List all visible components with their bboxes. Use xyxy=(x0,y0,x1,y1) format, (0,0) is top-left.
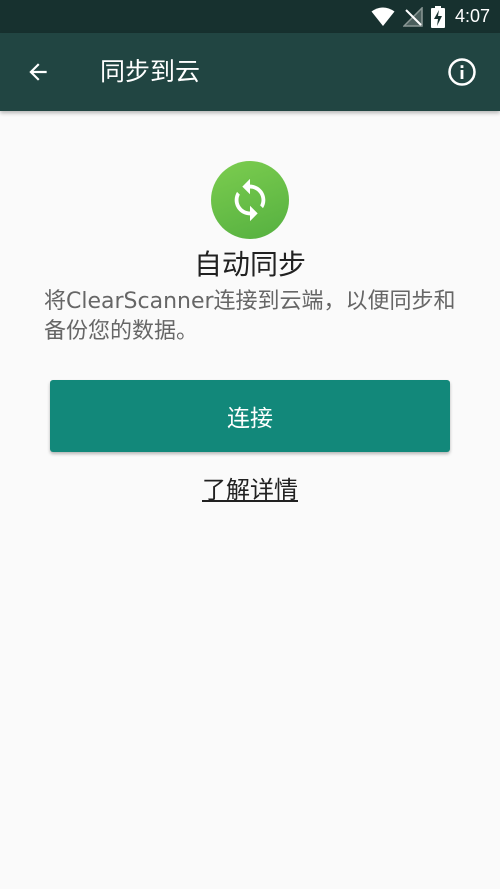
sync-icon xyxy=(227,177,273,223)
learn-more-link[interactable]: 了解详情 xyxy=(0,472,500,508)
description: 将ClearScanner连接到云端，以便同步和备份您的数据。 xyxy=(44,289,456,344)
status-time: 4:07 xyxy=(454,6,490,26)
wifi-icon xyxy=(371,7,395,27)
app-bar: 同步到云 xyxy=(0,33,500,111)
connect-button[interactable]: 连接 xyxy=(50,380,450,452)
battery-charging-icon xyxy=(430,5,445,28)
back-button[interactable] xyxy=(14,48,62,96)
info-button[interactable] xyxy=(438,48,486,96)
status-bar: 4:07 xyxy=(0,0,500,33)
info-icon xyxy=(447,57,477,87)
page-title: 同步到云 xyxy=(100,57,201,86)
no-signal-icon xyxy=(402,5,423,27)
arrow-back-icon xyxy=(25,59,51,85)
sync-logo xyxy=(211,161,289,239)
heading: 自动同步 xyxy=(193,248,306,281)
status-icons: 4:07 xyxy=(371,0,490,33)
